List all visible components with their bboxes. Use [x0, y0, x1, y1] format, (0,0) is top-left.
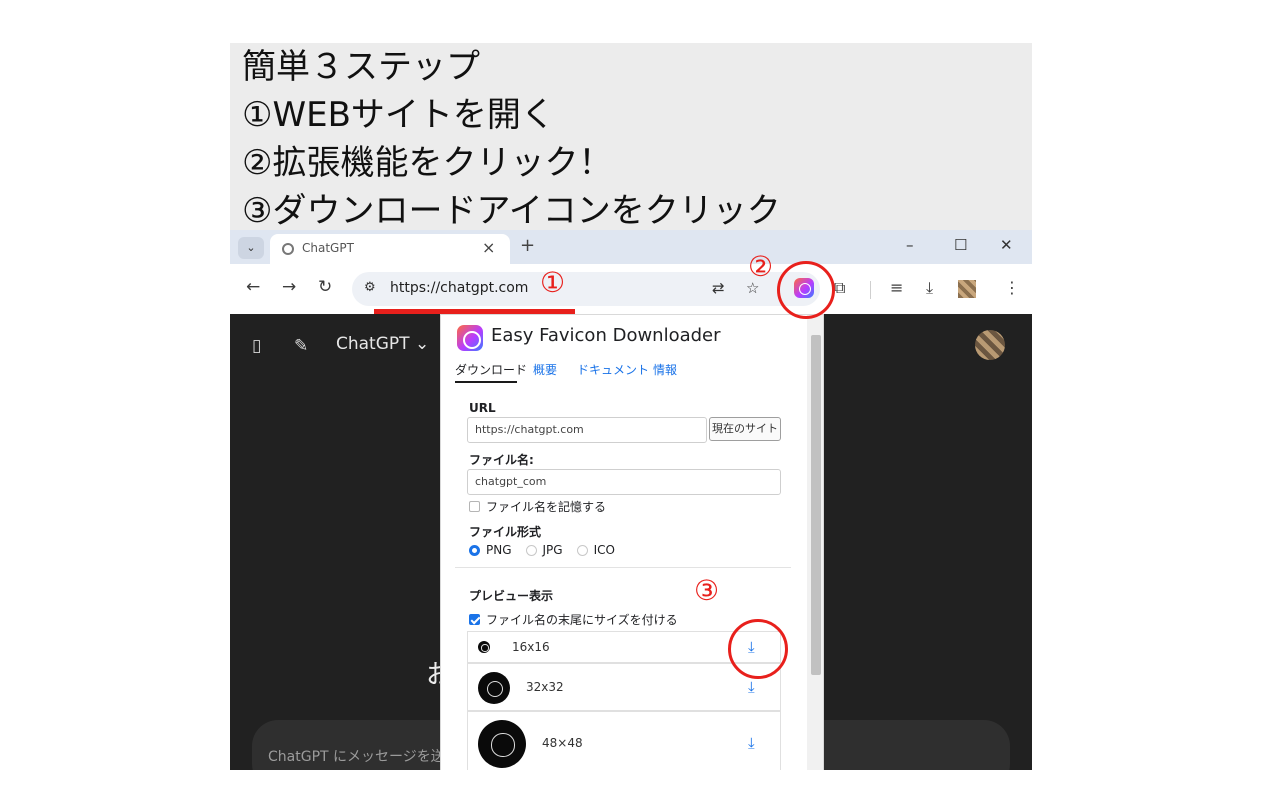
format-png-label[interactable]: PNG [486, 543, 512, 557]
maximize-icon[interactable]: ☐ [954, 236, 967, 254]
window-close-icon[interactable]: ✕ [1000, 236, 1013, 254]
new-chat-pencil-icon[interactable]: ✎ [294, 336, 308, 356]
tab-docs[interactable]: ドキュメント [577, 361, 649, 378]
active-tab-underline [455, 381, 517, 383]
size-16-label: 16x16 [512, 640, 550, 654]
annotation-number-2: ② [748, 250, 774, 283]
favicon-downloader-popup: Easy Favicon Downloader ダウンロード 概要 ドキュメント… [440, 314, 824, 770]
instruction-step-1: ①WEBサイトを開く [242, 95, 555, 135]
favicon-32-preview [478, 672, 510, 704]
filename-input[interactable]: chatgpt_com [467, 469, 781, 495]
translate-icon[interactable]: ⇄ [712, 279, 725, 297]
reload-icon[interactable]: ↻ [318, 277, 332, 297]
instruction-heading: 簡単３ステップ [242, 47, 480, 87]
remember-filename-checkbox[interactable] [469, 501, 480, 512]
tab-info[interactable]: 情報 [653, 361, 677, 378]
popup-title: Easy Favicon Downloader [491, 325, 721, 346]
toolbar-separator [870, 281, 871, 299]
tab-overview[interactable]: 概要 [533, 361, 557, 378]
favicon-16-preview [478, 641, 490, 653]
new-tab-plus-icon[interactable]: + [520, 235, 535, 256]
append-size-checkbox[interactable] [469, 614, 480, 625]
remember-filename-row[interactable]: ファイル名を記憶する [469, 498, 606, 515]
download-48-icon[interactable]: ⤓ [748, 734, 755, 752]
browser-window: ⌄ ChatGPT × + – ☐ ✕ ← → ↻ ⚙ https://chat… [230, 230, 1032, 770]
preview-label: プレビュー表示 [469, 589, 554, 603]
forward-arrow-icon[interactable]: → [282, 277, 296, 297]
downloads-icon[interactable]: ⤓ [926, 278, 933, 298]
sidebar-toggle-icon[interactable]: ▯ [252, 336, 261, 356]
popup-scrollbar-thumb[interactable] [811, 335, 821, 675]
favicon-48-preview [478, 720, 526, 768]
chatgpt-input-placeholder: ChatGPT にメッセージを送信 [268, 749, 459, 765]
menu-kebab-icon[interactable]: ⋮ [1004, 278, 1020, 297]
tab-download[interactable]: ダウンロード [455, 361, 527, 378]
chatgpt-user-avatar[interactable] [975, 330, 1005, 360]
reading-list-icon[interactable]: ≡ [890, 278, 903, 297]
section-divider [455, 567, 791, 568]
size-48-label: 48×48 [542, 736, 583, 750]
download-32-icon[interactable]: ⤓ [748, 678, 755, 696]
tab-title: ChatGPT [302, 241, 354, 255]
chatgpt-favicon-icon [282, 243, 294, 255]
preview-row-48: 48×48 ⤓ [467, 711, 781, 770]
format-label: ファイル形式 [469, 525, 542, 539]
url-label: URL [469, 401, 496, 415]
tab-close-icon[interactable]: × [482, 238, 495, 257]
current-site-button[interactable]: 現在のサイト [709, 417, 781, 441]
model-selector[interactable]: ChatGPT ⌄ [336, 334, 429, 354]
tab-chatgpt[interactable]: ChatGPT × [270, 234, 510, 264]
instruction-step-2: ②拡張機能をクリック！ [242, 143, 613, 183]
format-jpg-label[interactable]: JPG [543, 543, 563, 557]
annotation-number-1: ① [540, 266, 566, 299]
format-png-radio[interactable] [469, 544, 480, 556]
filename-label: ファイル名: [469, 453, 534, 467]
extensions-puzzle-icon[interactable]: ⧉ [834, 278, 845, 298]
download-highlight-circle [728, 619, 788, 679]
url-annotation-underline [374, 309, 575, 314]
instruction-panel: 簡単３ステップ ①WEBサイトを開く ②拡張機能をクリック！ ③ダウンロードアイ… [230, 43, 1032, 231]
instruction-step-3: ③ダウンロードアイコンをクリック [242, 191, 781, 231]
annotation-number-3: ③ [694, 574, 720, 607]
extension-highlight-circle [777, 261, 835, 319]
size-32-label: 32x32 [526, 680, 564, 694]
append-size-label: ファイル名の末尾にサイズを付ける [486, 613, 678, 627]
address-bar-url[interactable]: https://chatgpt.com [390, 280, 528, 296]
profile-avatar[interactable] [958, 280, 976, 298]
site-info-icon[interactable]: ⚙ [364, 280, 376, 295]
append-size-row[interactable]: ファイル名の末尾にサイズを付ける [469, 611, 678, 628]
format-ico-label[interactable]: ICO [594, 543, 615, 557]
extension-logo-icon [457, 325, 483, 351]
format-radio-group: PNG JPG ICO [469, 543, 629, 557]
back-arrow-icon[interactable]: ← [246, 277, 260, 297]
preview-row-32: 32x32 ⤓ [467, 663, 781, 711]
url-input[interactable]: https://chatgpt.com [467, 417, 707, 443]
minimize-icon[interactable]: – [906, 236, 914, 254]
tab-search-chevron-icon[interactable]: ⌄ [238, 237, 264, 259]
format-ico-radio[interactable] [576, 544, 588, 556]
browser-toolbar: ← → ↻ ⚙ https://chatgpt.com ⇄ ☆ ⧉ ≡ ⤓ ⋮ [230, 264, 1032, 314]
tab-strip: ⌄ ChatGPT × + – ☐ ✕ [230, 230, 1032, 264]
format-jpg-radio[interactable] [525, 544, 537, 556]
remember-filename-label: ファイル名を記憶する [486, 500, 607, 514]
